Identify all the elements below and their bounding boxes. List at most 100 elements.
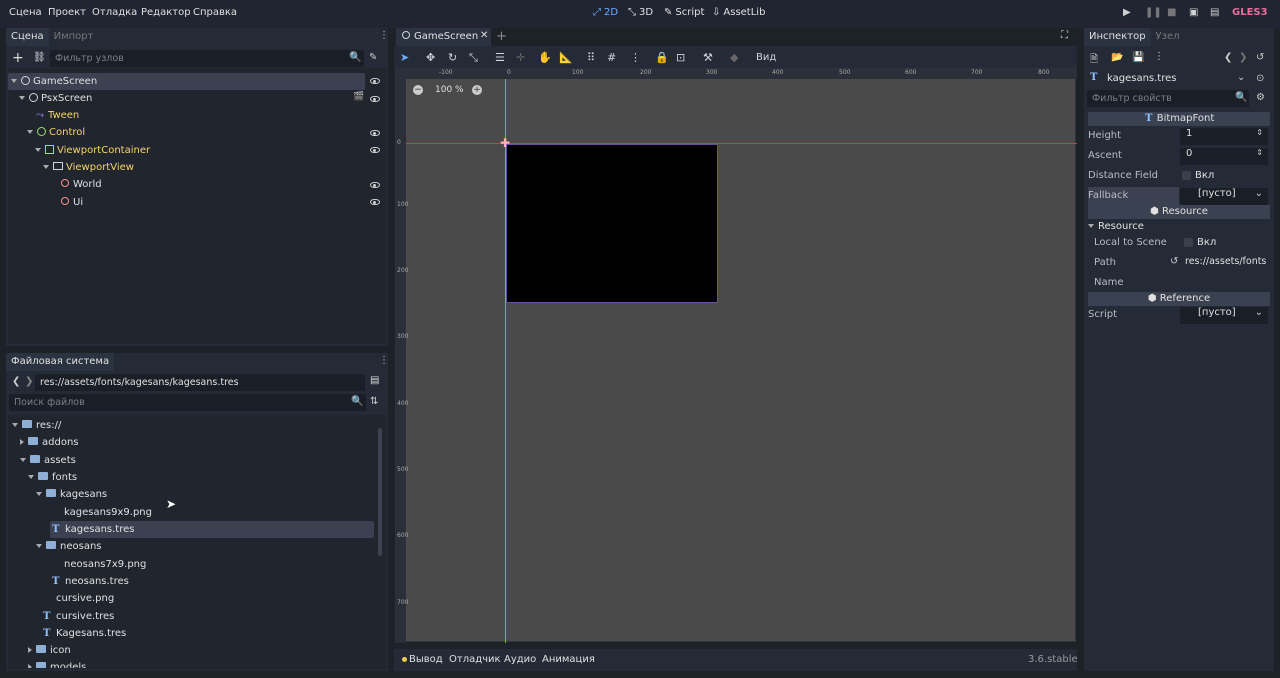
tab-output[interactable]: Вывод <box>409 654 443 665</box>
fallback-dropdown[interactable]: [пусто] ⌄ <box>1180 188 1268 205</box>
visibility-eye-icon[interactable] <box>370 78 380 84</box>
ascent-spinbox[interactable]: 0 ⇕ <box>1180 148 1268 165</box>
close-icon[interactable]: ✕ <box>480 30 488 41</box>
play-custom-scene-icon[interactable]: ▤ <box>1210 7 1219 18</box>
scene-node-ui[interactable]: Ui <box>61 194 83 211</box>
resource-name[interactable]: kagesans.tres <box>1107 73 1176 84</box>
renderer-button[interactable]: GLES3 <box>1232 7 1268 18</box>
view-menu[interactable]: Вид <box>756 52 776 63</box>
visibility-eye-icon[interactable] <box>370 182 380 188</box>
play-icon[interactable]: ▶ <box>1123 7 1131 18</box>
property-filter-input[interactable]: Фильтр свойств <box>1087 90 1249 107</box>
ruler-tool-icon[interactable]: 📐 <box>559 51 573 64</box>
file-search-input[interactable]: Поиск файлов <box>9 394 366 411</box>
file-item[interactable]: kagesans <box>36 486 107 503</box>
rotate-tool-icon[interactable]: ↻ <box>448 51 457 64</box>
scene-node-gamescreen[interactable]: GameScreen <box>11 73 97 90</box>
canvas-viewport[interactable]: -100 0 100 200 300 400 500 600 700 800 0… <box>395 68 1077 643</box>
pan-tool-icon[interactable]: ✋ <box>538 51 552 64</box>
scene-node-control[interactable]: Control <box>27 124 85 141</box>
file-item[interactable]: models <box>28 659 86 668</box>
mode-script-button[interactable]: ✎ Script <box>664 7 704 18</box>
chevron-down-icon[interactable]: ⌄ <box>1237 72 1245 83</box>
link-icon[interactable]: ⛓ <box>33 52 46 63</box>
add-node-icon[interactable]: + <box>12 50 24 66</box>
tab-gamescreen[interactable]: GameScreen ✕ <box>396 28 491 46</box>
pause-icon[interactable]: ❚❚ <box>1145 7 1162 18</box>
visibility-eye-icon[interactable] <box>370 96 380 102</box>
dock-menu-icon[interactable]: ⋮ <box>379 355 389 366</box>
path-value[interactable]: res://assets/fonts <box>1185 256 1266 267</box>
tab-debugger[interactable]: Отладчик <box>449 654 501 665</box>
save-icon[interactable]: 💾 <box>1132 52 1144 63</box>
visibility-eye-icon[interactable] <box>370 130 380 136</box>
file-item[interactable]: fonts <box>28 469 77 486</box>
grid-snap-icon[interactable]: # <box>607 51 616 64</box>
tab-node[interactable]: Узел <box>1151 28 1185 46</box>
mode-3d-button[interactable]: ⤡ 3D <box>628 7 653 18</box>
scrollbar[interactable] <box>378 428 382 556</box>
scene-node-viewportview[interactable]: ViewportView <box>43 159 134 176</box>
select-tool-icon[interactable]: ➤ <box>400 51 409 64</box>
file-item[interactable]: res:// <box>12 417 61 434</box>
group-icon[interactable]: ⊡ <box>676 51 685 64</box>
forward-icon[interactable]: ❯ <box>25 376 33 387</box>
script-dropdown[interactable]: [пусто] ⌄ <box>1180 307 1268 324</box>
history-icon[interactable]: ↺ <box>1256 52 1264 63</box>
list-select-icon[interactable]: ☰ <box>495 51 505 64</box>
add-tab-icon[interactable]: + <box>496 29 507 44</box>
forward-icon[interactable]: ❯ <box>1239 52 1247 63</box>
settings-icon[interactable]: ⚙ <box>1256 92 1265 103</box>
sort-icon[interactable]: ⇅ <box>370 396 378 407</box>
lock-icon[interactable]: 🔒 <box>655 51 669 64</box>
tab-scene[interactable]: Сцена <box>6 28 49 46</box>
tab-audio[interactable]: Аудио <box>504 654 536 665</box>
file-item[interactable]: neosans7x9.png <box>64 556 146 573</box>
revert-icon[interactable]: ↺ <box>1170 256 1178 267</box>
back-icon[interactable]: ❮ <box>12 376 20 387</box>
file-item[interactable]: Tkagesans.tres <box>52 521 134 538</box>
file-item[interactable]: addons <box>20 434 79 451</box>
menu-scene[interactable]: Сцена <box>9 7 42 18</box>
stop-icon[interactable]: ■ <box>1167 7 1176 18</box>
path-field[interactable]: res://assets/fonts/kagesans/kagesans.tre… <box>35 374 365 391</box>
menu-editor[interactable]: Редактор <box>141 7 191 18</box>
tab-animation[interactable]: Анимация <box>542 654 595 665</box>
object-icon[interactable]: ⊙ <box>1256 73 1264 84</box>
menu-project[interactable]: Проект <box>48 7 86 18</box>
zoom-in-icon[interactable]: + <box>472 85 482 95</box>
spin-arrows-icon[interactable]: ⇕ <box>1256 128 1263 137</box>
pivot-icon[interactable]: ✛ <box>516 51 525 64</box>
tab-inspector[interactable]: Инспектор <box>1084 28 1151 46</box>
node-filter-input[interactable]: Фильтр узлов <box>50 50 364 67</box>
tab-filesystem[interactable]: Файловая система <box>6 353 115 371</box>
scene-node-tween[interactable]: ⤳ Tween <box>36 107 79 124</box>
file-item[interactable]: Tneosans.tres <box>52 573 129 590</box>
new-resource-icon[interactable]: 🗎 <box>1090 52 1098 69</box>
split-view-icon[interactable]: ▤ <box>370 375 379 386</box>
back-icon[interactable]: ❮ <box>1224 52 1232 63</box>
visibility-eye-icon[interactable] <box>370 147 380 153</box>
bone-icon[interactable]: ⚒ <box>703 51 713 64</box>
menu-debug[interactable]: Отладка <box>92 7 137 18</box>
smart-snap-icon[interactable]: ⠿ <box>587 51 595 64</box>
more-icon[interactable]: ⋮ <box>1154 51 1164 62</box>
film-icon[interactable]: 🎬 <box>353 92 364 102</box>
file-item[interactable]: T Kagesans.tres <box>43 625 126 642</box>
move-tool-icon[interactable]: ✥ <box>426 51 435 64</box>
spin-arrows-icon[interactable]: ⇕ <box>1256 148 1263 157</box>
file-item[interactable]: neosans <box>36 538 102 555</box>
file-item[interactable]: Tcursive.tres <box>43 608 114 625</box>
fullscreen-icon[interactable]: ⛶ <box>1061 30 1068 41</box>
local-to-scene-checkbox[interactable] <box>1184 238 1193 247</box>
play-scene-icon[interactable]: ▣ <box>1189 7 1198 18</box>
height-spinbox[interactable]: 1 ⇕ <box>1180 128 1268 145</box>
snap-options-icon[interactable]: ⋮ <box>630 51 641 64</box>
script-attach-icon[interactable]: ✎ <box>369 52 377 63</box>
scene-node-viewportcontainer[interactable]: ViewportContainer <box>35 142 150 159</box>
distance-field-checkbox[interactable] <box>1182 171 1191 180</box>
file-item[interactable]: icon <box>28 642 71 659</box>
visibility-eye-icon[interactable] <box>370 199 380 205</box>
zoom-level[interactable]: 100 % <box>435 85 464 95</box>
mode-assetlib-button[interactable]: ⇩ AssetLib <box>712 7 765 18</box>
